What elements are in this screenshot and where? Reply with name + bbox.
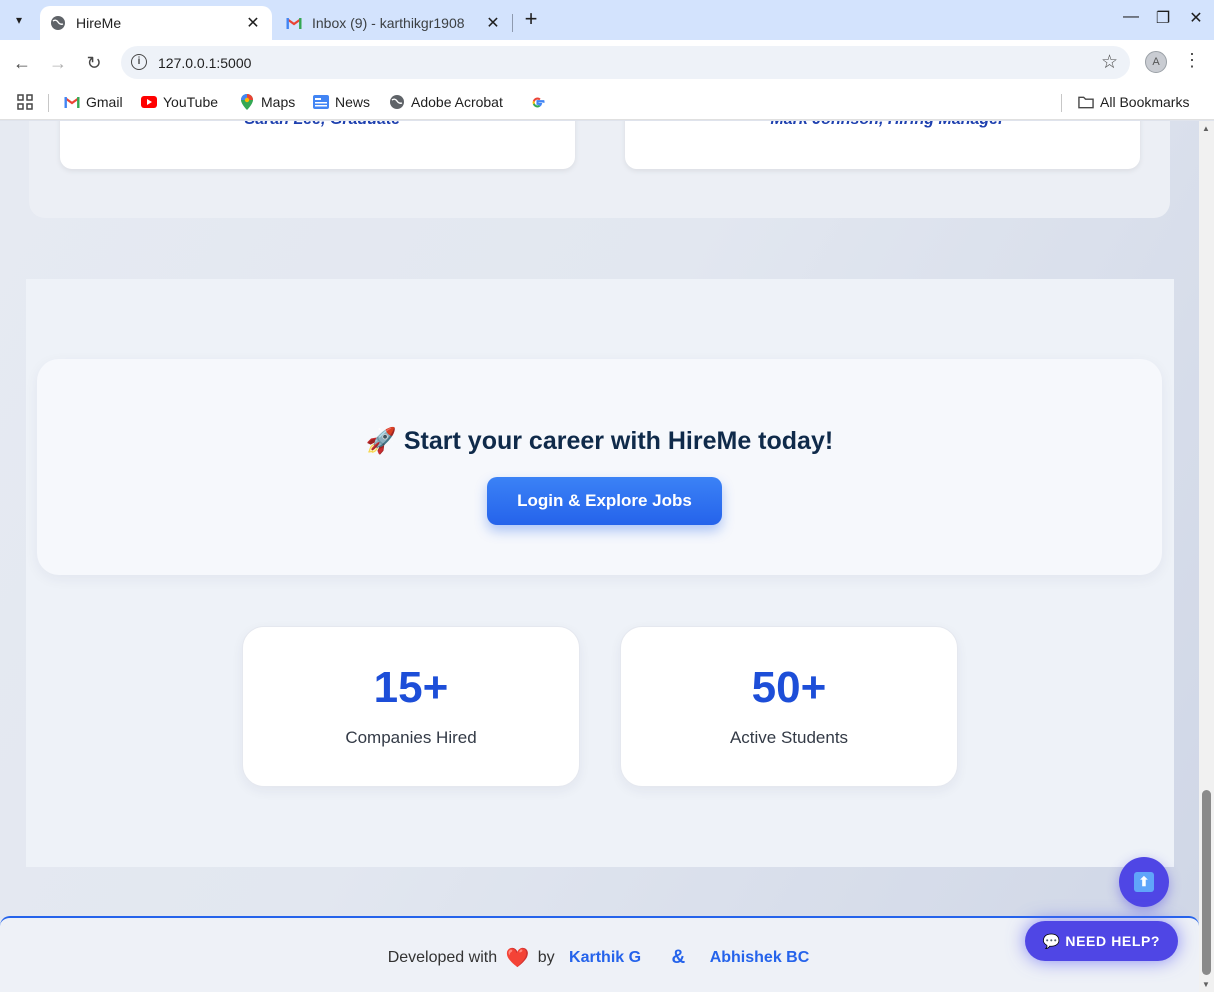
tab-hireme[interactable]: HireMe ✕ [40, 6, 272, 40]
google-icon [529, 94, 545, 110]
stat-label: Companies Hired [345, 728, 477, 747]
author-link-abhishek[interactable]: Abhishek BC [710, 949, 810, 967]
testimonial-author: - Mark Johnson, Hiring Manager [625, 121, 1140, 129]
up-arrow-icon: ⬆ [1134, 872, 1154, 892]
browser-tab-strip: ▾ HireMe ✕ Inbox (9) - karthikgr1908 ✕ +… [0, 0, 1214, 40]
tab-search-chevron-icon[interactable]: ▾ [6, 7, 32, 33]
gmail-icon [64, 94, 80, 110]
all-bookmarks-label: All Bookmarks [1100, 94, 1190, 110]
youtube-icon [141, 94, 157, 110]
tab-title: Inbox (9) - karthikgr1908 [312, 15, 465, 31]
close-window-icon[interactable]: ✕ [1184, 8, 1208, 28]
cta-title: 🚀 Start your career with HireMe today! [365, 427, 834, 455]
stat-label: Active Students [729, 728, 849, 747]
tab-separator [512, 14, 513, 32]
testimonial-card: - Sarah Lee, Graduate [60, 121, 575, 169]
testimonial-card: - Mark Johnson, Hiring Manager [625, 121, 1140, 169]
forward-arrow-icon[interactable]: → [47, 52, 69, 74]
more-menu-icon[interactable]: ⋮ [1182, 50, 1202, 71]
scroll-down-arrow-icon[interactable]: ▼ [1202, 980, 1210, 989]
maps-pin-icon [239, 94, 255, 110]
bookmark-separator [1061, 94, 1062, 112]
bookmark-separator [48, 94, 49, 112]
author-link-karthik[interactable]: Karthik G [569, 949, 641, 967]
cta-section: 🚀 Start your career with HireMe today! L… [26, 279, 1174, 867]
cta-box: 🚀 Start your career with HireMe today! L… [37, 359, 1162, 575]
bookmark-label: Gmail [86, 94, 123, 110]
bookmark-label: News [335, 94, 371, 110]
footer-ampersand: & [671, 947, 686, 968]
stat-value: 50+ [751, 663, 827, 712]
all-bookmarks-button[interactable]: All Bookmarks [1078, 91, 1189, 113]
scroll-to-top-button[interactable]: ⬆ [1119, 857, 1169, 907]
address-bar[interactable]: i 127.0.0.1:5000 ☆ [121, 46, 1130, 79]
heart-icon: ❤️ [505, 948, 530, 969]
scroll-up-arrow-icon[interactable]: ▲ [1202, 124, 1210, 133]
gmail-icon [286, 15, 302, 31]
footer-credits: Developed with ❤️ by Karthik G & Abhishe… [0, 946, 1199, 970]
reload-icon[interactable]: ↻ [83, 52, 105, 74]
folder-icon [1078, 94, 1094, 110]
stat-card-students: 50+ Active Students [620, 626, 958, 787]
bookmark-google[interactable] [529, 91, 551, 113]
bookmark-star-icon[interactable]: ☆ [1101, 51, 1118, 74]
bookmarks-bar: Gmail YouTube Maps News Adobe Acrobat Al… [0, 85, 1214, 120]
back-arrow-icon[interactable]: ← [11, 52, 33, 74]
vertical-scrollbar[interactable]: ▲ ▼ [1199, 121, 1214, 992]
bookmark-adobe-acrobat[interactable]: Adobe Acrobat [389, 91, 503, 113]
new-tab-icon[interactable]: + [519, 8, 543, 32]
tab-title: HireMe [76, 15, 122, 31]
apps-grid-icon[interactable] [17, 91, 33, 113]
need-help-button[interactable]: 💬 NEED HELP? [1025, 921, 1178, 961]
restore-icon[interactable]: ❐ [1151, 8, 1175, 28]
bookmark-gmail[interactable]: Gmail [64, 91, 123, 113]
globe-icon [389, 94, 405, 110]
close-tab-icon[interactable]: ✕ [244, 13, 262, 33]
bookmark-youtube[interactable]: YouTube [141, 91, 218, 113]
page-viewport: - Sarah Lee, Graduate - Mark Johnson, Hi… [0, 121, 1199, 992]
url-text[interactable]: 127.0.0.1:5000 [158, 55, 251, 71]
login-explore-jobs-button[interactable]: Login & Explore Jobs [487, 477, 722, 525]
bookmark-news[interactable]: News [313, 91, 370, 113]
footer-prefix: Developed with [387, 949, 498, 966]
browser-toolbar: ← → ↻ i 127.0.0.1:5000 ☆ A ⋮ [0, 40, 1214, 85]
bookmark-label: Adobe Acrobat [411, 94, 503, 110]
testimonials-section: - Sarah Lee, Graduate - Mark Johnson, Hi… [29, 121, 1170, 218]
bookmark-label: YouTube [163, 94, 219, 110]
stat-value: 15+ [373, 663, 449, 712]
globe-icon [50, 15, 66, 31]
scrollbar-thumb[interactable] [1202, 790, 1211, 975]
news-icon [313, 94, 329, 110]
stat-card-companies: 15+ Companies Hired [242, 626, 580, 787]
close-tab-icon[interactable]: ✕ [484, 13, 502, 33]
profile-avatar-icon[interactable]: A [1145, 51, 1167, 73]
site-info-icon[interactable]: i [131, 54, 147, 70]
bookmark-maps[interactable]: Maps [239, 91, 295, 113]
footer: Developed with ❤️ by Karthik G & Abhishe… [0, 916, 1199, 992]
testimonial-author: - Sarah Lee, Graduate [60, 121, 575, 129]
footer-by: by [537, 949, 555, 966]
tab-gmail-inbox[interactable]: Inbox (9) - karthikgr1908 ✕ [276, 6, 512, 40]
bookmark-label: Maps [261, 94, 296, 110]
minimize-icon[interactable]: — [1119, 8, 1143, 26]
